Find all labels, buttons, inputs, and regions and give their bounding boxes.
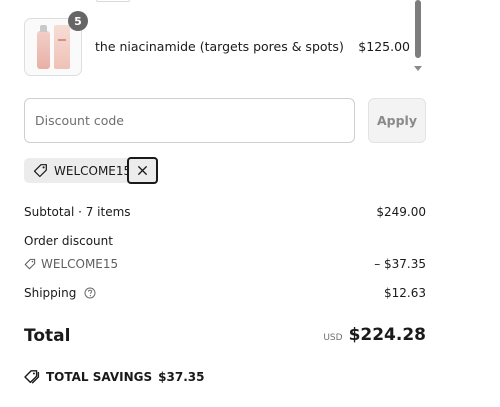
savings-value: $37.35 bbox=[158, 370, 205, 384]
scroll-down-arrow-icon[interactable] bbox=[414, 66, 422, 71]
quantity-badge: 5 bbox=[68, 11, 88, 31]
scrollbar-thumb[interactable] bbox=[415, 0, 421, 58]
savings-label: TOTAL SAVINGS bbox=[46, 370, 153, 384]
line-item: 5 the niacinamide (targets pores & spots… bbox=[24, 11, 410, 76]
product-box-image bbox=[54, 25, 70, 69]
line-items-scrollbar[interactable] bbox=[414, 0, 422, 75]
discount-code-input[interactable] bbox=[24, 98, 355, 143]
cropped-element bbox=[96, 0, 130, 2]
remove-discount-button[interactable] bbox=[127, 157, 158, 184]
order-discount-label: Order discount bbox=[24, 234, 113, 248]
help-circle-icon[interactable] bbox=[84, 287, 96, 299]
close-icon bbox=[137, 165, 148, 176]
applied-discount-tag: WELCOME15 bbox=[24, 157, 158, 184]
discount-tag-code: WELCOME15 bbox=[54, 163, 132, 178]
total-label: Total bbox=[24, 326, 71, 346]
subtotal-label: Subtotal · 7 items bbox=[24, 205, 131, 219]
total-savings: TOTAL SAVINGS $37.35 bbox=[24, 369, 204, 385]
total-currency: USD bbox=[323, 333, 343, 343]
product-price: $125.00 bbox=[358, 39, 410, 54]
product-bottle-image bbox=[37, 25, 50, 69]
tag-icon bbox=[24, 258, 36, 270]
apply-discount-button[interactable]: Apply bbox=[368, 98, 426, 143]
product-name: the niacinamide (targets pores & spots) bbox=[95, 39, 344, 54]
double-tag-icon bbox=[24, 370, 40, 384]
shipping-label-group: Shipping bbox=[24, 286, 96, 300]
shipping-label: Shipping bbox=[24, 286, 77, 300]
discount-code-text: WELCOME15 bbox=[41, 257, 119, 271]
total-amount: USD $224.28 bbox=[323, 325, 426, 345]
total-value: $224.28 bbox=[348, 325, 426, 345]
shipping-value: $12.63 bbox=[384, 286, 426, 300]
discount-value: – $37.35 bbox=[374, 257, 426, 271]
subtotal-value: $249.00 bbox=[376, 205, 426, 219]
discount-tag-body: WELCOME15 bbox=[24, 158, 134, 183]
discount-code-line: WELCOME15 bbox=[24, 257, 118, 271]
tag-icon bbox=[33, 164, 47, 178]
